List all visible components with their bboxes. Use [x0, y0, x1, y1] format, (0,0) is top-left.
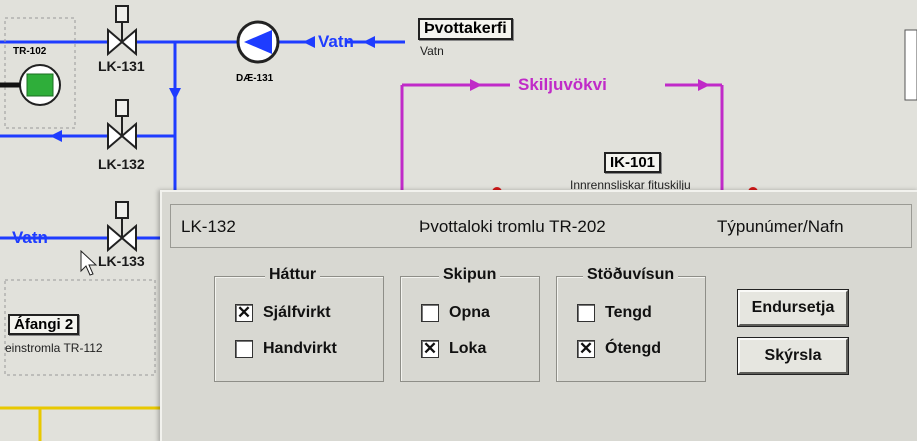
checkbox-loka[interactable]: ✕ Loka [421, 339, 486, 359]
valve-tag-lk131[interactable]: LK-131 [98, 58, 145, 74]
checkbox-checked-icon[interactable]: ✕ [421, 340, 439, 358]
type-name-label: Týpunúmer/Nafn [717, 217, 844, 236]
arrow-right-icon [698, 79, 710, 91]
valve-lk132-icon [107, 99, 137, 151]
group-title-hattur: Háttur [265, 266, 321, 284]
checkbox-label: Loka [449, 340, 487, 357]
checkbox-label: Sjálfvirkt [263, 304, 331, 321]
valve-tag-lk132[interactable]: LK-132 [98, 156, 145, 172]
checkbox-unchecked-icon[interactable] [235, 340, 253, 358]
cursor-icon [80, 250, 98, 276]
checkbox-unchecked-icon[interactable] [577, 304, 595, 322]
system-tag[interactable]: Þvottakerfi [418, 18, 513, 40]
checkbox-checked-icon[interactable]: ✕ [577, 340, 595, 358]
flow-label-separator: Skiljuvökvi [518, 75, 607, 94]
arrow-right-icon [470, 79, 482, 91]
group-title-stoduvisun: Stöðuvísun [583, 266, 679, 284]
stage-tag[interactable]: Áfangi 2 [8, 314, 80, 335]
checkbox-sjalfvirkt[interactable]: ✕ Sjálfvirkt [235, 303, 331, 323]
checkbox-label: Tengd [605, 304, 652, 321]
group-skipun: Skipun Opna ✕ Loka [400, 266, 540, 382]
arrow-down-icon [169, 88, 181, 100]
valve-tag-lk133[interactable]: LK-133 [98, 253, 145, 269]
flow-label-water: Vatn [318, 32, 354, 51]
report-button[interactable]: Skýrsla [737, 337, 849, 375]
reset-button[interactable]: Endursetja [737, 289, 849, 327]
scada-screen: TR-102 LK-131 LK-132 LK-133 DÆ-131 Vatn … [0, 0, 917, 441]
valve-description: Þvottaloki tromlu TR-202 [419, 217, 606, 236]
valve-tag-title: LK-132 [181, 217, 236, 236]
checkbox-checked-icon[interactable]: ✕ [235, 304, 253, 322]
pump-icon [236, 20, 280, 64]
arrow-left-icon [303, 36, 315, 48]
checkbox-opna[interactable]: Opna [421, 303, 490, 323]
valve-lk131-icon [107, 5, 137, 57]
arrow-left-icon [50, 130, 62, 142]
pump-tag[interactable]: DÆ-131 [236, 73, 273, 84]
group-hattur: Háttur ✕ Sjálfvirkt Handvirkt [214, 266, 384, 382]
checkbox-handvirkt[interactable]: Handvirkt [235, 339, 337, 359]
checkbox-tengd[interactable]: Tengd [577, 303, 652, 323]
stage-description: einstromla TR-112 [5, 341, 103, 355]
tank-icon [0, 17, 76, 129]
scrollbar[interactable] [904, 29, 917, 101]
valve-faceplate-dialog: LK-132 Þvottaloki tromlu TR-202 Týpunúme… [160, 190, 917, 441]
ik-tag[interactable]: IK-101 [604, 152, 662, 173]
flow-label-water-left: Vatn [12, 228, 48, 247]
checkbox-label: Opna [449, 304, 490, 321]
tank-tag: TR-102 [13, 46, 47, 57]
checkbox-label: Ótengd [605, 340, 661, 357]
checkbox-unchecked-icon[interactable] [421, 304, 439, 322]
group-title-skipun: Skipun [439, 266, 501, 284]
checkbox-otengd[interactable]: ✕ Ótengd [577, 339, 661, 359]
arrow-left-icon [363, 36, 375, 48]
dialog-header: LK-132 Þvottaloki tromlu TR-202 Týpunúme… [170, 204, 912, 248]
checkbox-label: Handvirkt [263, 340, 337, 357]
valve-lk133-icon [107, 201, 137, 253]
group-stoduvisun: Stöðuvísun Tengd ✕ Ótengd [556, 266, 706, 382]
system-subtitle: Vatn [420, 44, 444, 58]
